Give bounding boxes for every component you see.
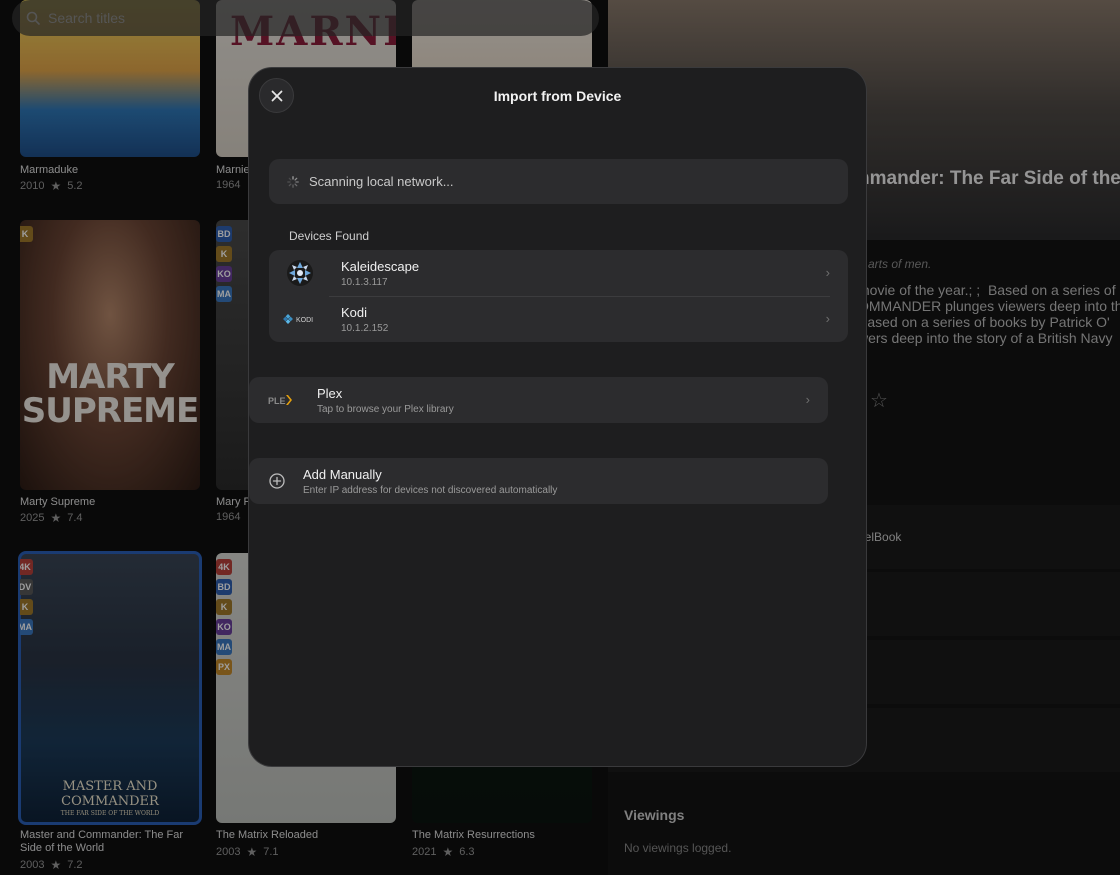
app-window: MARNIE Marmaduke 2010 ★ 5.2 Marnie 1964 … <box>0 0 1120 875</box>
add-manually-row[interactable]: Add Manually Enter IP address for device… <box>249 458 828 504</box>
plex-name: Plex <box>317 385 343 401</box>
plus-circle-icon <box>257 458 297 504</box>
device-name: Kodi <box>341 304 368 320</box>
device-row-kaleidescape[interactable]: Kaleidescape 10.1.3.117 › <box>269 250 848 297</box>
kodi-icon: KODI <box>277 296 323 342</box>
add-manually-subtitle: Enter IP address for devices not discove… <box>303 484 558 496</box>
spinner-icon <box>287 175 299 188</box>
scanning-text: Scanning local network... <box>309 174 454 189</box>
device-name: Kaleidescape <box>341 258 420 274</box>
plex-info: Plex Tap to browse your Plex library <box>317 386 454 415</box>
add-manually-label: Add Manually <box>303 466 382 482</box>
kaleidescape-icon <box>277 250 323 296</box>
scanning-status: Scanning local network... <box>269 159 848 204</box>
plex-icon: PLE <box>253 377 313 423</box>
plex-subtitle: Tap to browse your Plex library <box>317 403 454 415</box>
device-info: Kaleidescape 10.1.3.117 <box>341 259 419 288</box>
svg-text:KODI: KODI <box>296 317 313 324</box>
device-row-kodi[interactable]: KODI Kodi 10.1.2.152 › <box>269 296 848 342</box>
device-ip: 10.1.2.152 <box>341 322 389 334</box>
chevron-right-icon: › <box>805 392 810 407</box>
import-modal: Import from Device Scanning local networ… <box>248 67 867 767</box>
modal-title: Import from Device <box>493 88 622 104</box>
device-ip: 10.1.3.117 <box>341 276 388 288</box>
chevron-right-icon: › <box>825 265 830 280</box>
plex-row[interactable]: PLE Plex Tap to browse your Plex library… <box>249 377 828 423</box>
chevron-right-icon: › <box>825 311 830 326</box>
device-info: Kodi 10.1.2.152 <box>341 305 388 334</box>
devices-heading: Devices Found <box>289 229 370 243</box>
svg-text:PLE: PLE <box>268 396 286 406</box>
add-manually-info: Add Manually Enter IP address for device… <box>303 467 557 496</box>
devices-list: Kaleidescape 10.1.3.117 › KODI Kodi 10.1… <box>269 250 848 342</box>
